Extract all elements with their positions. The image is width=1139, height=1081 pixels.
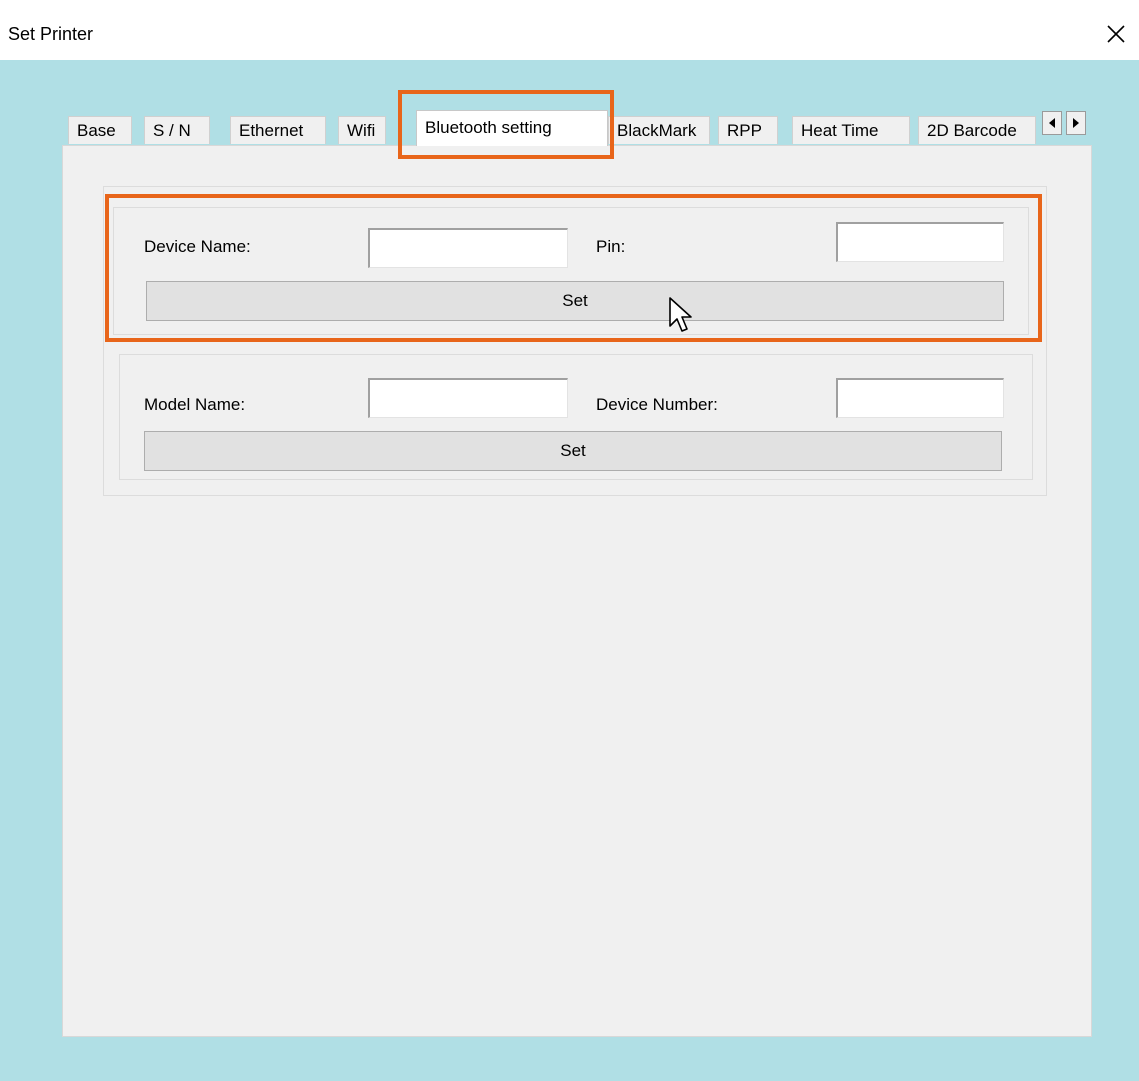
tab-bluetooth-setting[interactable]: Bluetooth setting (416, 110, 608, 146)
tab-rpp[interactable]: RPP (718, 116, 778, 144)
device-number-input[interactable] (836, 378, 1004, 418)
window-title: Set Printer (8, 24, 94, 44)
tab-wifi[interactable]: Wifi (338, 116, 386, 144)
tab-strip: Base S / N Ethernet Wifi Bluetooth setti… (62, 110, 1092, 146)
tab-scroll-right-button[interactable] (1066, 111, 1086, 135)
tab-ethernet[interactable]: Ethernet (230, 116, 326, 144)
tab-heat-time[interactable]: Heat Time (792, 116, 910, 144)
tab-base[interactable]: Base (68, 116, 132, 144)
device-number-label: Device Number: (596, 395, 718, 414)
pin-label: Pin: (596, 237, 626, 256)
set-device-name-button[interactable]: Set (146, 281, 1004, 321)
model-name-label: Model Name: (144, 395, 246, 414)
tab-2d-barcode[interactable]: 2D Barcode (918, 116, 1036, 144)
close-button[interactable] (1093, 14, 1139, 54)
tab-blackmark[interactable]: BlackMark (608, 116, 710, 144)
device-name-input[interactable] (368, 228, 568, 268)
set-model-name-button[interactable]: Set (144, 431, 1002, 471)
triangle-right-icon (1073, 118, 1079, 128)
tab-serial-number[interactable]: S / N (144, 116, 210, 144)
pin-input[interactable] (836, 222, 1004, 262)
triangle-left-icon (1049, 118, 1055, 128)
device-name-label: Device Name: (144, 237, 251, 256)
close-icon (1107, 25, 1125, 43)
model-name-input[interactable] (368, 378, 568, 418)
tab-scroll-left-button[interactable] (1042, 111, 1062, 135)
title-bar: Set Printer (0, 0, 1139, 60)
